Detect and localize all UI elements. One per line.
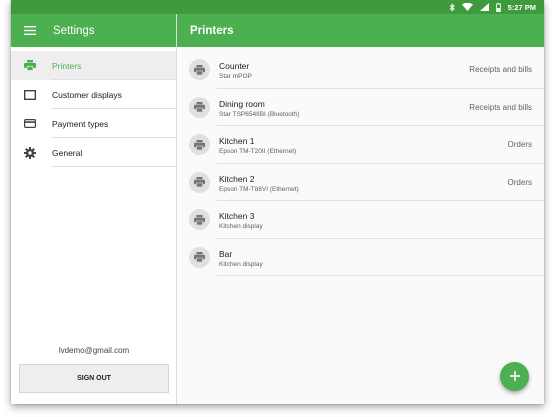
nav-item-label: Payment types xyxy=(52,118,109,129)
settings-header: Settings xyxy=(11,14,176,47)
status-time: 5:27 PM xyxy=(507,2,536,12)
printer-icon xyxy=(189,209,210,230)
printer-icon xyxy=(189,246,210,268)
gear-icon xyxy=(23,146,36,159)
printer-name: Counter xyxy=(219,61,250,71)
nav-item-customer-displays[interactable]: Customer displays xyxy=(11,80,176,109)
printer-name: Dining room xyxy=(219,98,265,109)
printer-row-bar[interactable]: Bar Kitchen display xyxy=(177,239,544,277)
printer-row-dining-room[interactable]: Dining room Star TSP654IIBI (Bluetooth) … xyxy=(177,89,544,127)
printer-name: Bar xyxy=(219,248,233,259)
bluetooth-icon xyxy=(449,2,455,12)
printer-purpose: Orders xyxy=(507,140,532,149)
printer-model: Star mPOP xyxy=(219,73,252,80)
wifi-icon xyxy=(461,3,473,11)
credit-card-icon xyxy=(23,117,36,130)
printer-row-kitchen-2[interactable]: Kitchen 2 Epson TM-T88VI (Ethernet) Orde… xyxy=(177,164,544,202)
printer-purpose: Orders xyxy=(507,177,532,187)
printer-row-kitchen-1[interactable]: Kitchen 1 Epson TM-T20II (Ethernet) Orde… xyxy=(177,126,544,164)
printer-name: Kitchen 3 xyxy=(219,211,255,221)
display-icon xyxy=(23,88,36,101)
printer-icon xyxy=(189,59,210,80)
hamburger-menu-icon[interactable] xyxy=(24,24,38,38)
battery-icon xyxy=(495,2,501,12)
sign-out-button[interactable]: SIGN OUT xyxy=(19,364,169,393)
printer-icon xyxy=(189,134,210,155)
printer-purpose: Receipts and bills xyxy=(469,65,532,74)
page-title: Printers xyxy=(177,14,544,47)
account-email: lvdemo@gmail.com xyxy=(58,346,130,355)
printer-model: Kitchen display xyxy=(219,260,263,268)
printer-model: Epson TM-T88VI (Ethernet) xyxy=(219,185,299,193)
printer-name: Kitchen 1 xyxy=(219,136,255,146)
nav-item-label: General xyxy=(52,147,83,158)
printer-list: Counter Star mPOP Receipts and bills Din… xyxy=(177,51,544,276)
printer-model: Epson TM-T20II (Ethernet) xyxy=(219,148,297,155)
printer-purpose: Receipts and bills xyxy=(469,102,532,112)
nav-item-label: Customer displays xyxy=(52,89,122,100)
printer-model: Star TSP654IIBI (Bluetooth) xyxy=(219,110,300,118)
printer-row-counter[interactable]: Counter Star mPOP Receipts and bills xyxy=(177,51,544,89)
nav-item-general[interactable]: General xyxy=(11,138,176,167)
nav-item-payment-types[interactable]: Payment types xyxy=(11,109,176,138)
printer-icon xyxy=(189,96,210,118)
signal-icon xyxy=(479,3,489,11)
printer-row-kitchen-3[interactable]: Kitchen 3 Kitchen display xyxy=(177,201,544,239)
nav-item-label: Printers xyxy=(52,60,82,71)
printer-icon xyxy=(189,171,210,193)
printer-name: Kitchen 2 xyxy=(219,173,255,184)
printer-icon xyxy=(23,59,36,72)
printers-pane: Printers Counter Star mPOP Receipts and … xyxy=(177,14,544,404)
printer-model: Kitchen display xyxy=(219,223,263,230)
tablet-screen: 5:27 PM Settings Printers Customer displ… xyxy=(11,0,544,404)
settings-pane: Settings Printers Customer displays Paym… xyxy=(11,14,177,404)
add-printer-button[interactable] xyxy=(500,362,529,391)
nav-item-printers[interactable]: Printers xyxy=(11,51,176,80)
settings-title: Settings xyxy=(53,24,95,37)
plus-icon xyxy=(509,368,520,386)
status-bar: 5:27 PM xyxy=(11,0,544,14)
